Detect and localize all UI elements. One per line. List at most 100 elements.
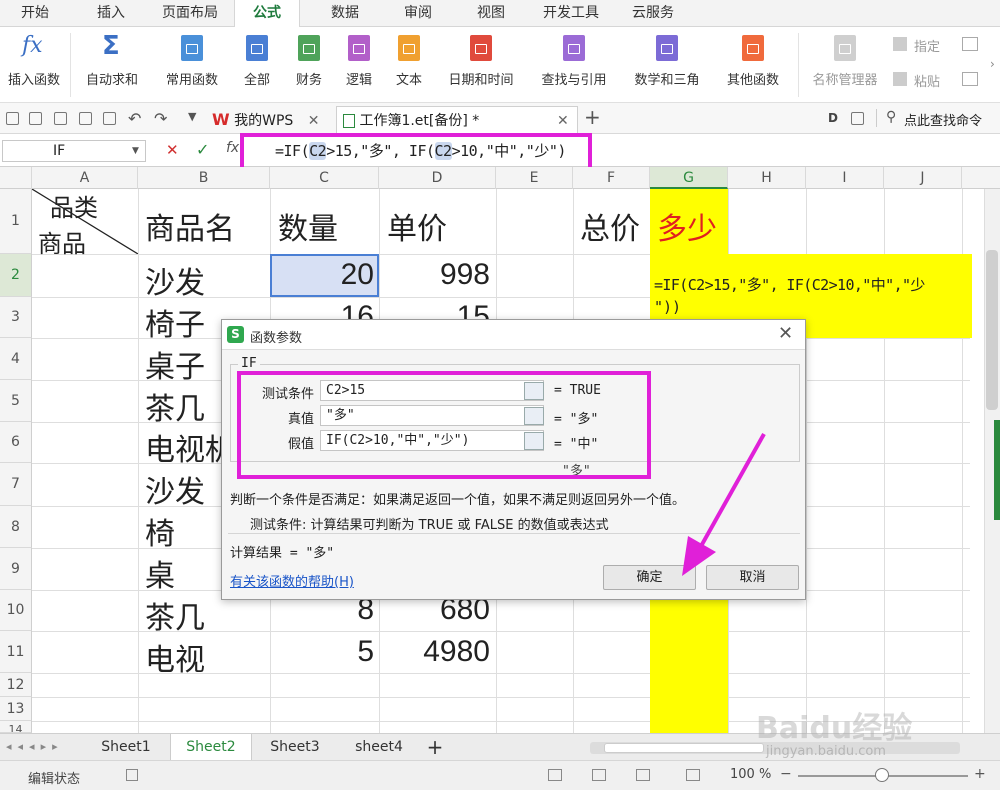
row-header[interactable]: 1 — [0, 189, 32, 254]
menu-tab-cloud[interactable]: 云服务 — [618, 0, 688, 27]
ribbon-scroll-right-icon[interactable]: › — [990, 57, 998, 77]
cell-b10[interactable]: 茶几 — [145, 593, 205, 637]
name-box[interactable]: IF — [2, 140, 146, 162]
menu-tab-formula[interactable]: 公式 — [234, 0, 300, 28]
column-header[interactable]: D — [379, 167, 496, 189]
horizontal-scroll-thumb[interactable] — [604, 743, 764, 753]
menu-tab-review[interactable]: 审阅 — [385, 0, 451, 27]
paste-button[interactable]: 粘贴 — [914, 71, 940, 90]
tab-my-wps[interactable]: W 我的WPS ✕ — [212, 106, 332, 134]
menu-tab-developer[interactable]: 开发工具 — [530, 0, 612, 27]
cell-c1[interactable]: 数量 — [278, 204, 338, 248]
cell-a1-category[interactable]: 品类 — [50, 188, 98, 223]
trace-icon[interactable] — [962, 37, 978, 51]
normal-view-icon[interactable] — [548, 769, 562, 781]
lookup-functions-button[interactable]: 查找与引用 — [528, 27, 620, 103]
row-header[interactable]: 7 — [0, 463, 32, 506]
text-functions-button[interactable]: 文本 — [384, 27, 434, 103]
column-header[interactable]: C — [270, 167, 379, 189]
column-header[interactable]: B — [138, 167, 270, 189]
export-icon[interactable] — [54, 112, 67, 125]
column-header[interactable]: H — [728, 167, 806, 189]
help-link[interactable]: 有关该函数的帮助(H) — [230, 571, 354, 590]
name-box-dropdown-icon[interactable]: ▼ — [132, 146, 139, 156]
insert-function-button[interactable]: fx 插入函数 — [0, 27, 68, 103]
column-header[interactable]: A — [32, 167, 138, 189]
doc-icon[interactable]: D — [828, 111, 838, 125]
cell-g1[interactable]: 多少 — [657, 204, 717, 248]
datetime-functions-button[interactable]: 日期和时间 — [436, 27, 526, 103]
cell-b4[interactable]: 桌子 — [145, 342, 205, 386]
row-header[interactable]: 10 — [0, 590, 32, 631]
tab-workbook[interactable]: 工作簿1.et[备份] * ✕ — [336, 106, 578, 134]
add-sheet-button[interactable]: + — [422, 734, 448, 761]
row-header[interactable]: 12 — [0, 673, 32, 697]
cell-c2[interactable]: 20 — [270, 258, 374, 292]
row-header[interactable]: 4 — [0, 338, 32, 380]
customize-dropdown-icon[interactable]: ▼ — [188, 110, 196, 123]
cell-d1[interactable]: 单价 — [387, 204, 447, 248]
menu-tab-insert[interactable]: 插入 — [76, 0, 146, 27]
undo-icon[interactable]: ↶ — [128, 109, 141, 128]
search-command-input[interactable]: 点此查找命令 — [904, 110, 982, 129]
row-header[interactable]: 14 — [0, 721, 32, 733]
sheet-nav-arrows-icon[interactable]: ◂◂◂▸▸ — [6, 740, 64, 753]
cell-b7[interactable]: 沙发 — [145, 467, 205, 511]
vertical-scroll-thumb[interactable] — [986, 250, 998, 410]
cell-b3[interactable]: 椅子 — [145, 300, 205, 344]
cell-b9[interactable]: 桌 — [145, 551, 175, 595]
cell-f1[interactable]: 总价 — [580, 204, 640, 248]
close-icon[interactable]: ✕ — [308, 113, 320, 129]
row-header[interactable]: 8 — [0, 506, 32, 548]
confirm-icon[interactable]: ✓ — [196, 140, 209, 159]
sheet-tab-active[interactable]: Sheet2 — [170, 734, 252, 761]
menu-tab-page-layout[interactable]: 页面布局 — [150, 0, 230, 27]
finance-functions-button[interactable]: 财务 — [284, 27, 334, 103]
preview-icon[interactable] — [103, 112, 116, 125]
page-layout-view-icon[interactable] — [636, 769, 650, 781]
other-functions-button[interactable]: 其他函数 — [714, 27, 792, 103]
skin-icon[interactable] — [851, 112, 864, 125]
row-header[interactable]: 3 — [0, 297, 32, 338]
side-panel-handle[interactable] — [994, 420, 1000, 520]
column-header[interactable]: E — [496, 167, 573, 189]
row-header-selected[interactable]: 2 — [0, 254, 32, 297]
fx-button[interactable]: fx — [226, 140, 239, 156]
math-functions-button[interactable]: 数学和三角 — [622, 27, 712, 103]
column-header[interactable]: I — [806, 167, 884, 189]
zoom-slider-thumb[interactable] — [875, 768, 889, 782]
menu-tab-home[interactable]: 开始 — [0, 0, 70, 27]
row-header[interactable]: 11 — [0, 631, 32, 673]
sheet-tab[interactable]: Sheet3 — [254, 734, 336, 761]
reading-view-icon[interactable] — [686, 769, 700, 781]
trace-dependents-icon[interactable] — [962, 72, 978, 86]
cell-b8[interactable]: 椅 — [145, 509, 175, 553]
print-icon[interactable] — [79, 112, 92, 125]
name-manager-button[interactable]: 名称管理器 — [804, 27, 886, 103]
page-break-view-icon[interactable] — [592, 769, 606, 781]
row-header[interactable]: 5 — [0, 380, 32, 422]
zoom-in-icon[interactable]: + — [974, 766, 986, 782]
cell-a1-product[interactable]: 商品 — [38, 224, 86, 259]
close-icon[interactable]: ✕ — [778, 323, 793, 344]
specify-button[interactable]: 指定 — [914, 36, 940, 55]
cell-d11[interactable]: 4980 — [379, 635, 490, 669]
cell-b1[interactable]: 商品名 — [145, 204, 235, 248]
zoom-out-icon[interactable]: − — [780, 766, 792, 782]
new-tab-button[interactable]: + — [584, 105, 601, 129]
cell-c11[interactable]: 5 — [270, 635, 374, 669]
menu-tab-data[interactable]: 数据 — [312, 0, 378, 27]
cell-d2[interactable]: 998 — [379, 258, 490, 292]
cell-b2[interactable]: 沙发 — [145, 258, 205, 302]
menu-tab-view[interactable]: 视图 — [458, 0, 524, 27]
save-icon[interactable] — [29, 112, 42, 125]
row-header[interactable]: 6 — [0, 422, 32, 463]
column-header[interactable]: J — [884, 167, 962, 189]
logic-functions-button[interactable]: 逻辑 — [334, 27, 384, 103]
cancel-icon[interactable]: ✕ — [166, 141, 179, 159]
all-functions-button[interactable]: 全部 — [232, 27, 282, 103]
zoom-level[interactable]: 100 % — [730, 767, 771, 782]
cell-b11[interactable]: 电视 — [145, 635, 205, 679]
row-header[interactable]: 9 — [0, 548, 32, 590]
cell-b5[interactable]: 茶几 — [145, 384, 205, 428]
